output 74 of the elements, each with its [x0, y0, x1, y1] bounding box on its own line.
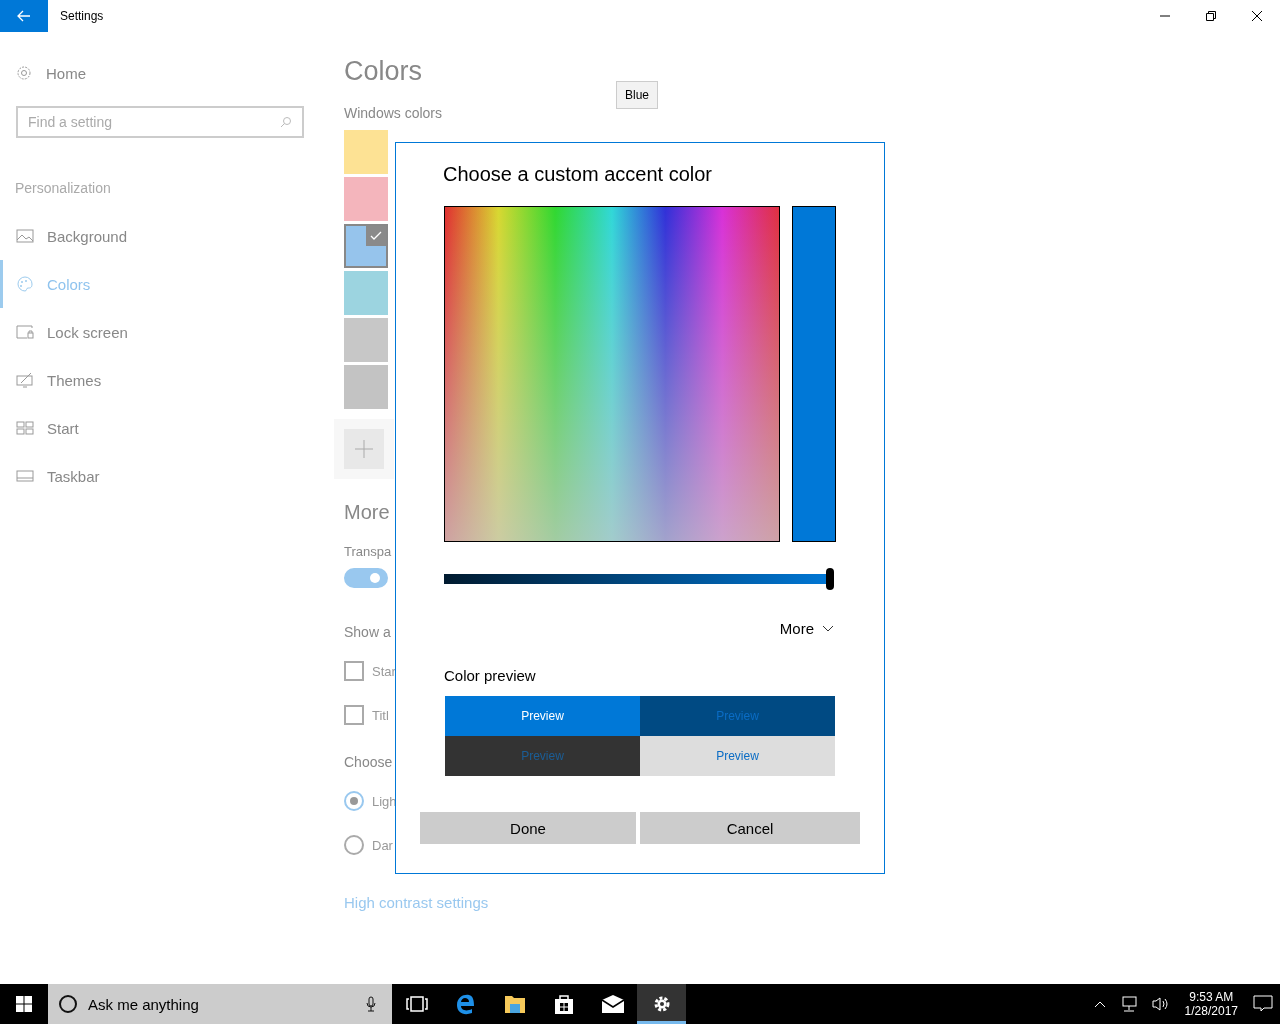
radio-button[interactable]: [344, 835, 364, 855]
dialog-title: Choose a custom accent color: [443, 163, 713, 186]
setting-label: Transpa: [344, 544, 392, 559]
back-arrow-icon: [17, 10, 31, 22]
preview-tile: Preview: [445, 696, 640, 736]
shopping-bag-icon: [553, 993, 574, 1015]
chevron-up-icon[interactable]: [1093, 1000, 1106, 1008]
nav-item[interactable]: Colors: [0, 260, 304, 308]
checkbox-label: Star: [372, 663, 396, 679]
color-swatch[interactable]: [344, 224, 388, 268]
window-title: Settings: [60, 9, 104, 23]
toggle-switch[interactable]: [344, 568, 388, 588]
color-swatch[interactable]: [344, 271, 388, 315]
chevron-down-icon: [822, 624, 834, 633]
checkbox[interactable]: [344, 705, 364, 725]
section-heading: Personalization: [15, 180, 111, 196]
taskbar-search-field[interactable]: Ask me anything: [48, 984, 392, 1024]
radio-label: Dar: [372, 837, 393, 853]
color-spectrum[interactable]: [444, 206, 780, 542]
taskbar-app-button[interactable]: [637, 984, 686, 1024]
preview-tile: Preview: [640, 736, 835, 776]
preview-tile: Preview: [445, 736, 640, 776]
home-nav-item[interactable]: Home: [0, 62, 86, 84]
monitor-brush-icon: [16, 372, 34, 388]
circle-icon: [58, 994, 78, 1014]
taskbar-icon: [16, 468, 34, 484]
tooltip: Blue: [616, 81, 659, 109]
search-icon: [280, 116, 292, 128]
search-field[interactable]: Find a setting: [16, 106, 304, 138]
palette-icon: [16, 276, 34, 292]
envelope-icon: [600, 995, 625, 1013]
microphone-icon: [366, 996, 376, 1012]
speaker-icon[interactable]: [1151, 996, 1170, 1012]
nav-item[interactable]: Themes: [0, 356, 304, 404]
color-swatch[interactable]: [344, 130, 388, 174]
preview-label: Color preview: [444, 667, 536, 684]
back-button[interactable]: [0, 0, 48, 32]
notification-icon[interactable]: [1253, 995, 1273, 1013]
more-button[interactable]: More: [779, 620, 834, 637]
setting-label: Show a: [344, 624, 391, 640]
page-title: Colors: [344, 56, 423, 87]
preview-tile: Preview: [640, 696, 835, 736]
minimize-icon: [1160, 15, 1170, 17]
slider-thumb[interactable]: [826, 568, 834, 590]
close-icon: [1252, 11, 1262, 21]
dialog-button[interactable]: Cancel: [640, 812, 860, 844]
radio-button[interactable]: [344, 791, 364, 811]
color-swatch[interactable]: [344, 318, 388, 362]
clock[interactable]: 9:53 AM 1/28/2017: [1184, 990, 1238, 1018]
checkbox-label: Titl: [372, 707, 389, 723]
plus-icon: [355, 440, 373, 458]
color-swatch[interactable]: [344, 365, 388, 409]
add-color-button[interactable]: [344, 429, 384, 469]
nav-item[interactable]: Start: [0, 404, 304, 452]
check-icon: [366, 226, 386, 246]
dialog-button[interactable]: Done: [420, 812, 636, 844]
tiles-icon: [16, 420, 34, 436]
task-view-icon: [405, 995, 428, 1013]
nav-item[interactable]: Lock screen: [0, 308, 304, 356]
e-letter-icon: [454, 993, 477, 1015]
gear-icon: [16, 65, 32, 81]
network-icon[interactable]: [1119, 996, 1138, 1012]
section-heading: More: [344, 501, 390, 524]
nav-item[interactable]: Background: [0, 212, 304, 260]
windows-logo-icon: [16, 996, 32, 1012]
nav-item[interactable]: Taskbar: [0, 452, 304, 500]
section-label: Windows colors: [344, 105, 443, 121]
color-swatch[interactable]: [344, 177, 388, 221]
setting-label: Choose: [344, 754, 393, 770]
restore-icon: [1206, 11, 1216, 21]
folder-icon: [503, 994, 526, 1014]
monitor-lock-icon: [16, 324, 34, 340]
picture-icon: [16, 228, 34, 244]
checkbox[interactable]: [344, 661, 364, 681]
